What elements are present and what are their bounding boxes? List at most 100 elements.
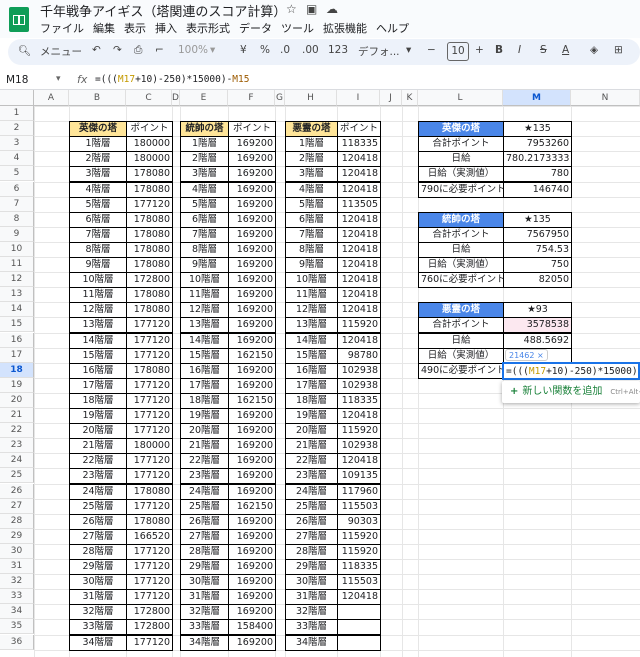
name-box[interactable]: M18 <box>6 74 28 86</box>
row-header[interactable]: 29 <box>0 528 34 544</box>
floor-cell[interactable]: 25階層 <box>180 498 229 515</box>
floor-cell[interactable]: 18階層 <box>69 392 127 409</box>
points-cell[interactable]: 172800 <box>126 619 173 636</box>
points-cell[interactable]: 177120 <box>126 468 173 485</box>
points-cell[interactable]: 180000 <box>126 438 173 455</box>
text-color-button[interactable]: A <box>562 44 569 56</box>
points-cell[interactable]: 177120 <box>126 559 173 576</box>
increase-decimal-button[interactable]: .00 <box>302 44 319 56</box>
points-cell[interactable]: 178080 <box>126 211 173 228</box>
decrease-decimal-button[interactable]: .0 <box>280 44 290 56</box>
floor-cell[interactable]: 30階層 <box>285 574 338 591</box>
floor-cell[interactable]: 19階層 <box>180 408 229 425</box>
floor-cell[interactable]: 32階層 <box>180 604 229 621</box>
menu-item[interactable]: 挿入 <box>155 20 177 36</box>
points-cell[interactable]: 169200 <box>228 483 276 500</box>
floor-cell[interactable]: 13階層 <box>180 317 229 334</box>
floor-cell[interactable]: 34階層 <box>180 634 229 651</box>
points-cell[interactable]: 178080 <box>126 226 173 243</box>
points-cell[interactable]: 113505 <box>337 196 381 213</box>
menu-item[interactable]: データ <box>239 20 272 36</box>
summary-value[interactable]: 7567950 <box>503 226 572 243</box>
menu-item[interactable]: 編集 <box>93 20 115 36</box>
points-cell[interactable]: 180000 <box>126 136 173 153</box>
points-cell[interactable]: 169200 <box>228 151 276 168</box>
row-header[interactable]: 24 <box>0 453 34 469</box>
floor-cell[interactable]: 14階層 <box>69 332 127 349</box>
summary-title[interactable]: 統帥の塔 <box>418 211 504 228</box>
borders-icon[interactable]: ⊞ <box>614 44 623 56</box>
paint-format-icon[interactable]: ⌐ <box>155 44 164 56</box>
points-cell[interactable]: 158400 <box>228 619 276 636</box>
row-header[interactable]: 34 <box>0 604 34 620</box>
summary-value[interactable]: 754.53 <box>503 241 572 258</box>
floor-cell[interactable]: 18階層 <box>285 392 338 409</box>
row-header[interactable]: 16 <box>0 332 34 348</box>
floor-cell[interactable]: 22階層 <box>285 453 338 470</box>
column-header[interactable]: M <box>503 90 571 106</box>
column-header[interactable]: K <box>402 90 418 106</box>
add-function-label[interactable]: 新しい関数を追加 <box>522 386 602 397</box>
summary-rank[interactable]: ★135 <box>503 121 572 138</box>
points-cell[interactable]: 169200 <box>228 468 276 485</box>
document-title[interactable]: 千年戦争アイギス（塔関連のスコア計算） <box>40 1 286 20</box>
formula-input[interactable]: =(((M17+10)-250)*15000)-M15 <box>95 74 249 85</box>
points-cell[interactable]: 90303 <box>337 513 381 530</box>
table-header-tower[interactable]: 英傑の塔 <box>69 121 127 138</box>
row-header[interactable]: 35 <box>0 619 34 635</box>
floor-cell[interactable]: 22階層 <box>69 453 127 470</box>
select-all-corner[interactable] <box>0 90 34 106</box>
name-box-dropdown-icon[interactable]: ▾ <box>56 74 61 84</box>
summary-title[interactable]: 英傑の塔 <box>418 121 504 138</box>
points-cell[interactable]: 177120 <box>126 574 173 591</box>
row-header[interactable]: 12 <box>0 272 34 288</box>
row-header[interactable]: 23 <box>0 438 34 454</box>
redo-icon[interactable]: ↷ <box>113 44 122 56</box>
bold-button[interactable]: B <box>495 44 503 56</box>
column-header[interactable]: H <box>285 90 337 106</box>
number-format-button[interactable]: 123 <box>328 44 348 56</box>
column-header[interactable]: L <box>418 90 503 106</box>
floor-cell[interactable]: 23階層 <box>180 468 229 485</box>
points-cell[interactable]: 178080 <box>126 166 173 183</box>
chevron-down-icon[interactable]: ▾ <box>210 44 215 56</box>
value-preview-tooltip[interactable]: 21462 × <box>505 348 548 361</box>
floor-cell[interactable]: 20階層 <box>69 423 127 440</box>
row-header[interactable]: 6 <box>0 181 34 197</box>
points-cell[interactable]: 120418 <box>337 287 381 304</box>
points-cell[interactable]: 115920 <box>337 423 381 440</box>
points-cell[interactable]: 169200 <box>228 377 276 394</box>
points-cell[interactable]: 177120 <box>126 332 173 349</box>
move-to-folder-icon[interactable]: ▣ <box>306 2 317 16</box>
points-cell[interactable]: 178080 <box>126 257 173 274</box>
floor-cell[interactable]: 2階層 <box>180 151 229 168</box>
summary-value[interactable]: 780.2173333 <box>503 151 572 168</box>
table-header-tower[interactable]: 悪霊の塔 <box>285 121 338 138</box>
floor-cell[interactable]: 20階層 <box>285 423 338 440</box>
floor-cell[interactable]: 31階層 <box>180 589 229 606</box>
points-cell[interactable]: 177120 <box>126 392 173 409</box>
row-header[interactable]: 20 <box>0 392 34 408</box>
points-cell[interactable]: 169200 <box>228 257 276 274</box>
points-cell[interactable]: 120418 <box>337 589 381 606</box>
points-cell[interactable]: 120418 <box>337 181 381 198</box>
floor-cell[interactable]: 16階層 <box>180 362 229 379</box>
floor-cell[interactable]: 31階層 <box>285 589 338 606</box>
floor-cell[interactable]: 23階層 <box>285 468 338 485</box>
zoom-select[interactable]: 100% <box>178 44 208 56</box>
floor-cell[interactable]: 8階層 <box>69 241 127 258</box>
floor-cell[interactable]: 9階層 <box>285 257 338 274</box>
floor-cell[interactable]: 15階層 <box>285 347 338 364</box>
points-cell[interactable]: 178080 <box>126 181 173 198</box>
summary-label[interactable]: 日給（実測値） <box>418 166 504 183</box>
floor-cell[interactable]: 17階層 <box>180 377 229 394</box>
points-cell[interactable]: 162150 <box>228 498 276 515</box>
row-header[interactable]: 15 <box>0 317 34 333</box>
floor-cell[interactable]: 27階層 <box>69 528 127 545</box>
floor-cell[interactable]: 13階層 <box>285 317 338 334</box>
floor-cell[interactable]: 12階層 <box>180 302 229 319</box>
floor-cell[interactable]: 28階層 <box>180 543 229 560</box>
floor-cell[interactable]: 3階層 <box>69 166 127 183</box>
summary-label[interactable]: 日給 <box>418 241 504 258</box>
menu-item[interactable]: ヘルプ <box>376 20 409 36</box>
